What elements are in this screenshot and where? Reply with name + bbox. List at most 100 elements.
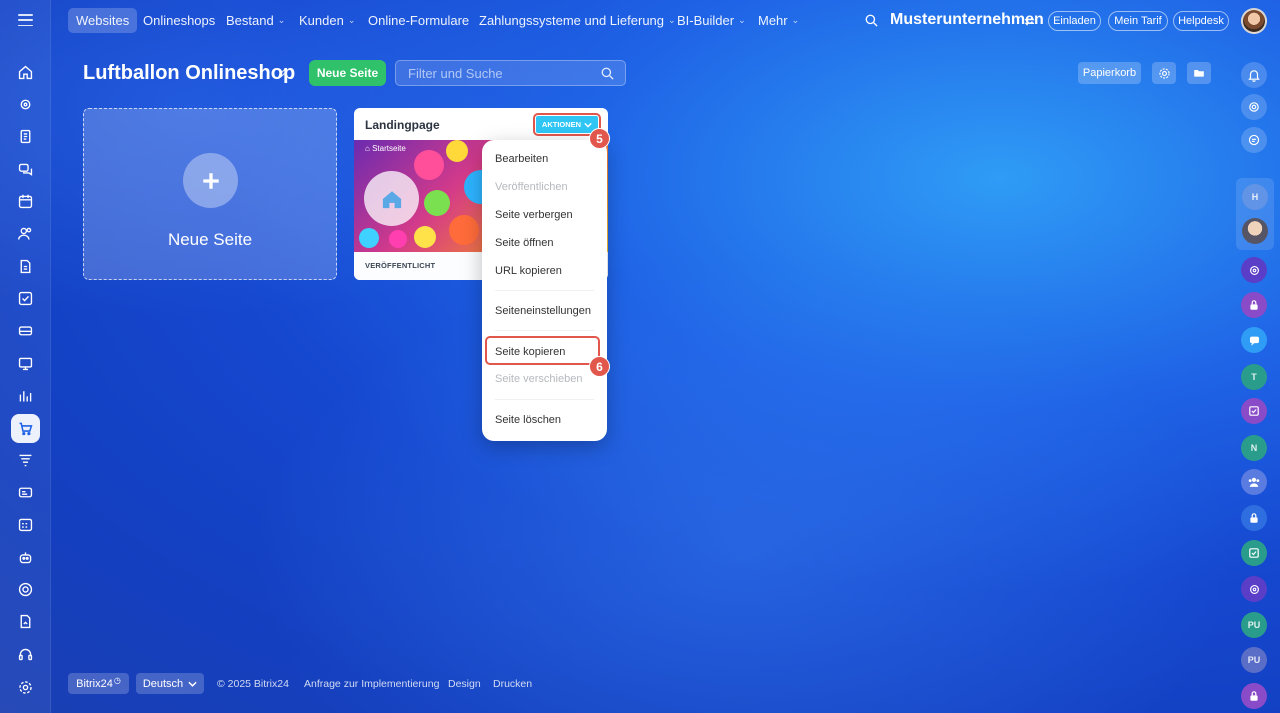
nav-websites[interactable]: Websites [68, 8, 138, 33]
menu-item-delete[interactable]: Seite löschen [495, 414, 561, 426]
task-check-icon[interactable] [1241, 540, 1267, 566]
left-sidebar [0, 0, 51, 713]
menu-icon[interactable] [18, 14, 33, 27]
thumb-label: ⌂ Startseite [365, 144, 406, 153]
clock-icon: ◷ [113, 676, 121, 685]
company-name[interactable]: Musterunternehmen [890, 11, 1044, 29]
search-input[interactable] [408, 61, 588, 85]
sign-icon[interactable] [0, 606, 51, 636]
chat-bubble-icon[interactable] [1241, 327, 1267, 353]
actions-menu: Bearbeiten Veröffentlichen Seite verberg… [482, 140, 607, 441]
implementation-link[interactable]: Anfrage zur Implementierung [304, 678, 439, 690]
target-icon[interactable] [0, 574, 51, 604]
chevron-down-icon: ⌄ [668, 15, 676, 25]
user-pu[interactable]: PU [1241, 647, 1267, 673]
chevron-down-icon: ⌄ [738, 15, 746, 25]
contact-card-icon[interactable] [0, 477, 51, 507]
task-check-icon[interactable] [1241, 398, 1267, 424]
user-t[interactable]: T [1241, 364, 1267, 390]
user-n[interactable]: N [1241, 435, 1267, 461]
funnel-icon[interactable] [0, 445, 51, 475]
contacts-icon[interactable] [0, 218, 51, 248]
user-h[interactable]: H [1242, 184, 1268, 210]
file-icon[interactable] [0, 251, 51, 281]
presentation-icon[interactable] [0, 348, 51, 378]
notifications-icon[interactable] [1241, 62, 1267, 88]
new-page-button[interactable]: Neue Seite [309, 60, 386, 86]
pencil-icon[interactable] [277, 68, 288, 79]
folder-icon [1194, 70, 1204, 77]
actions-button[interactable]: AKTIONEN [533, 113, 601, 136]
copilot-chat-icon[interactable] [1241, 576, 1267, 602]
chat-icon[interactable] [0, 154, 51, 184]
home-icon[interactable] [0, 57, 51, 87]
nav-mehr[interactable]: Mehr ⌄ [758, 8, 799, 33]
menu-divider [495, 290, 594, 291]
lock-icon[interactable] [1241, 505, 1267, 531]
language-select[interactable]: Deutsch [136, 673, 204, 694]
menu-divider [495, 399, 594, 400]
search-icon[interactable] [864, 13, 879, 28]
trash-button[interactable]: Papierkorb [1078, 62, 1141, 84]
settings-button[interactable] [1152, 62, 1176, 84]
menu-item-copy-page[interactable]: Seite kopieren [495, 346, 565, 358]
menu-item-open[interactable]: Seite öffnen [495, 237, 554, 249]
user-pu[interactable]: PU [1241, 612, 1267, 638]
search-field[interactable] [395, 60, 626, 86]
chevron-down-icon: ⌄ [791, 15, 800, 25]
bitrix24-button[interactable]: Bitrix24 ◷ [68, 673, 129, 694]
settings-icon[interactable] [0, 672, 51, 702]
chevron-down-icon: ⌄ [277, 15, 286, 25]
documents-icon[interactable] [0, 121, 51, 151]
chevron-down-icon [584, 122, 592, 128]
menu-divider [495, 330, 594, 331]
schedule-icon[interactable] [0, 509, 51, 539]
analytics-icon[interactable] [0, 380, 51, 410]
copilot-icon[interactable] [1241, 94, 1267, 120]
messenger-icon[interactable] [1241, 127, 1267, 153]
copyright: © 2025 Bitrix24 [217, 678, 289, 690]
chevron-down-icon [188, 681, 197, 687]
print-link[interactable]: Drucken [493, 678, 532, 690]
search-icon[interactable] [600, 66, 615, 81]
calendar-icon[interactable] [0, 186, 51, 216]
new-page-label: Neue Seite [167, 230, 253, 249]
feed-icon[interactable] [0, 89, 51, 119]
right-sidebar: H T N PU PU [1234, 42, 1280, 713]
menu-item-edit[interactable]: Bearbeiten [495, 153, 548, 165]
invite-button[interactable]: Einladen [1048, 11, 1101, 31]
switch-icon[interactable] [1024, 16, 1035, 27]
helpdesk-button[interactable]: Helpdesk [1173, 11, 1229, 31]
menu-item-copy-url[interactable]: URL kopieren [495, 265, 562, 277]
top-bar: Websites Onlineshops Bestand ⌄ Kunden ⌄ On… [51, 0, 1280, 42]
lock-icon[interactable] [1241, 292, 1267, 318]
lock-icon[interactable] [1241, 683, 1267, 709]
user-avatar-small[interactable] [1242, 218, 1268, 244]
menu-item-hide[interactable]: Seite verbergen [495, 209, 573, 221]
shop-icon[interactable] [0, 413, 51, 443]
drive-icon[interactable] [0, 315, 51, 345]
robot-icon[interactable] [0, 542, 51, 572]
copy-page-highlight[interactable]: Seite kopieren [485, 336, 600, 365]
nav-online-formulare[interactable]: Online-Formulare [368, 8, 469, 33]
user-avatar[interactable] [1241, 8, 1267, 34]
plus-icon [183, 153, 238, 208]
nav-bestand[interactable]: Bestand ⌄ [226, 8, 285, 33]
copilot-chat-icon[interactable] [1241, 257, 1267, 283]
headset-icon[interactable] [0, 639, 51, 669]
folder-button[interactable] [1187, 62, 1211, 84]
home-icon [364, 171, 419, 226]
page-title: Luftballon Onlineshop [83, 62, 296, 84]
nav-bi-builder[interactable]: BI-Builder ⌄ [677, 8, 746, 33]
design-link[interactable]: Design [448, 678, 481, 690]
nav-onlineshops[interactable]: Onlineshops [143, 8, 215, 33]
gear-icon [1158, 67, 1170, 79]
nav-kunden[interactable]: Kunden ⌄ [299, 8, 355, 33]
tariff-button[interactable]: Mein Tarif [1108, 11, 1168, 31]
new-page-card[interactable]: Neue Seite [83, 108, 337, 280]
chevron-down-icon: ⌄ [347, 15, 356, 25]
nav-zahlungssysteme[interactable]: Zahlungssysteme und Lieferung ⌄ [479, 8, 676, 33]
tasks-icon[interactable] [0, 283, 51, 313]
group-icon[interactable] [1241, 469, 1267, 495]
menu-item-settings[interactable]: Seiteneinstellungen [495, 305, 591, 317]
